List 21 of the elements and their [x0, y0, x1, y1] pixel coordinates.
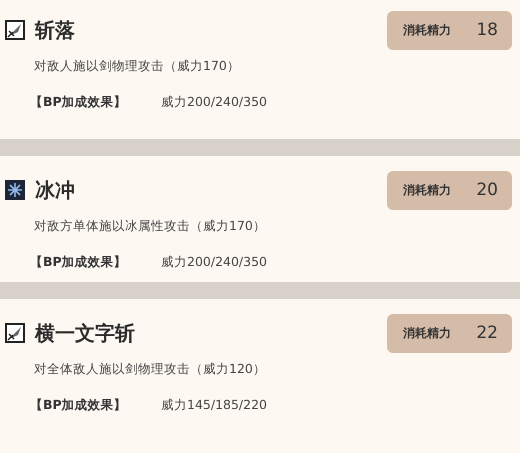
cost-value: 20: [476, 180, 498, 200]
bp-label: 【BP加成效果】: [30, 94, 128, 111]
bp-label: 【BP加成效果】: [30, 397, 128, 414]
skill-name: 冰冲: [35, 176, 75, 204]
sword-icon: [5, 20, 25, 40]
cost-value: 22: [476, 323, 498, 343]
bp-value: 威力145/185/220: [161, 397, 267, 414]
cost-label: 消耗精力: [403, 182, 451, 198]
skill-description: 对全体敌人施以剑物理攻击（威力120）: [34, 361, 267, 378]
bp-label: 【BP加成效果】: [30, 254, 128, 271]
cost-value: 18: [476, 20, 498, 40]
skill-name: 横一文字斩: [35, 320, 135, 346]
skill-name: 斩落: [35, 16, 75, 44]
cost-label: 消耗精力: [403, 324, 451, 342]
cost-label: 消耗精力: [403, 22, 451, 38]
bp-value: 威力200/240/350: [161, 94, 267, 111]
skill-description: 对敌人施以剑物理攻击（威力170）: [34, 58, 241, 75]
sword-icon: [5, 323, 25, 343]
bp-value: 威力200/240/350: [161, 254, 267, 271]
skill-description: 对敌方单体施以冰属性攻击（威力170）: [34, 218, 267, 235]
snowflake-icon: [5, 180, 25, 200]
